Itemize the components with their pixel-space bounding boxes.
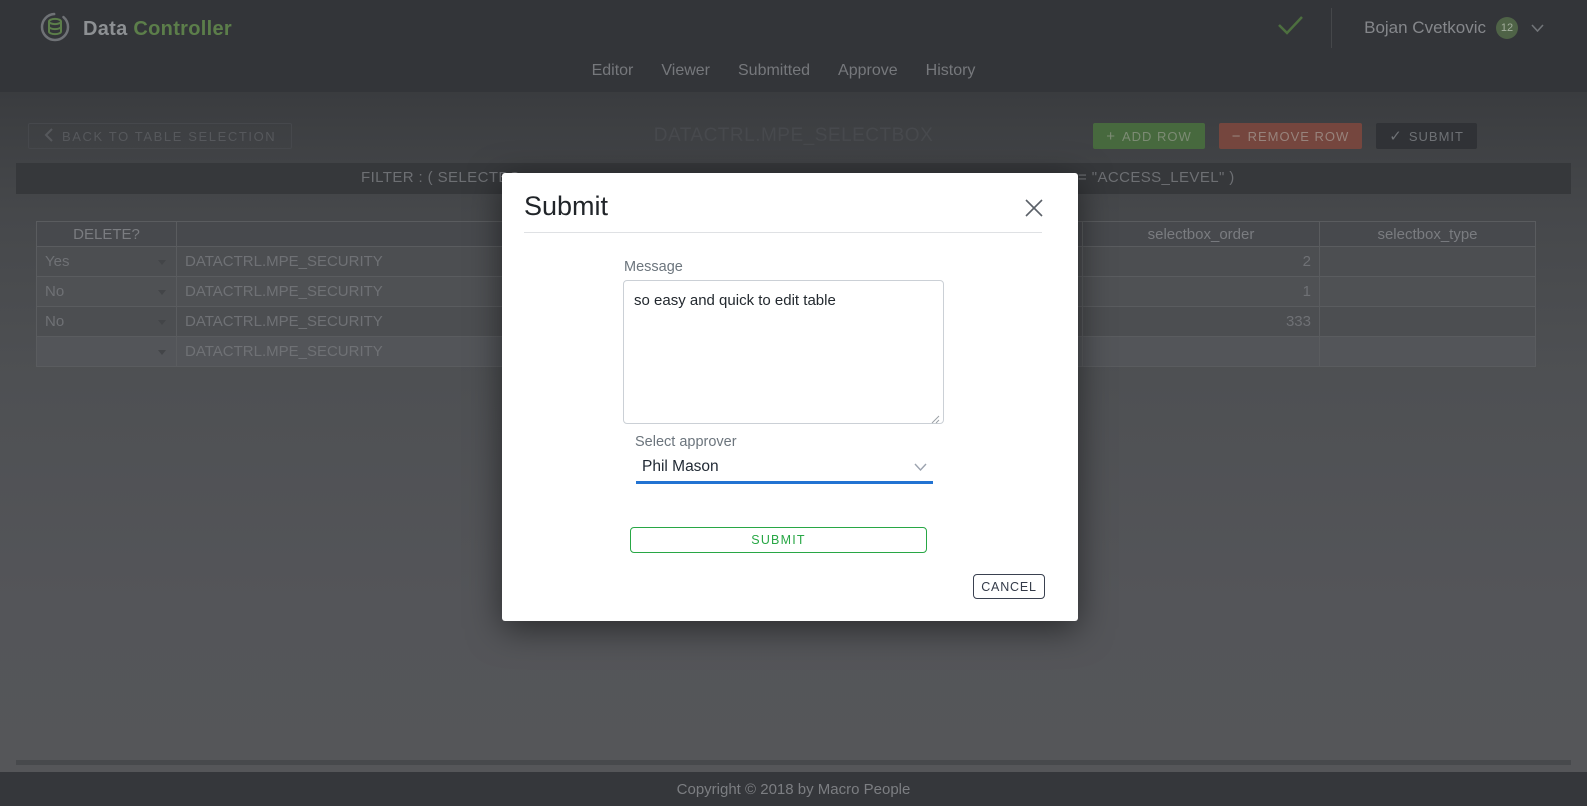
cell-delete-dropdown[interactable]: Yes (37, 247, 177, 277)
app-logo[interactable]: Data Controller (38, 10, 232, 49)
minus-icon: − (1232, 128, 1242, 145)
modal-submit-button[interactable]: SUBMIT (630, 527, 927, 553)
cell-selectbox-type[interactable] (1320, 337, 1536, 367)
dropdown-triangle-icon (158, 290, 166, 295)
column-header-selectbox-order[interactable]: selectbox_order (1083, 222, 1320, 247)
dropdown-triangle-icon (158, 260, 166, 265)
tab-editor[interactable]: Editor (592, 62, 634, 80)
approver-selected-value: Phil Mason (642, 458, 719, 476)
cell-selectbox-type[interactable] (1320, 247, 1536, 277)
content-bottom-edge (16, 760, 1571, 765)
modal-title: Submit (524, 191, 608, 222)
cell-selectbox-type[interactable] (1320, 307, 1536, 337)
chevron-down-icon (914, 463, 927, 471)
footer: Copyright © 2018 by Macro People (0, 772, 1587, 806)
close-icon (1024, 198, 1044, 221)
app-root: Data Controller Bojan Cvetkovic 12 Edito… (0, 0, 1587, 806)
user-area: Bojan Cvetkovic 12 (1277, 0, 1544, 55)
filter-text-left: FILTER : ( SELECTBO (361, 169, 521, 186)
toolbar-actions: + ADD ROW − REMOVE ROW ✓ SUBMIT (1093, 123, 1477, 149)
brand-text: Data Controller (83, 18, 232, 41)
check-icon: ✓ (1389, 127, 1403, 145)
modal-divider (524, 232, 1042, 233)
database-logo-icon (38, 10, 72, 49)
submit-button[interactable]: ✓ SUBMIT (1376, 123, 1477, 149)
modal-close-button[interactable] (1019, 194, 1049, 224)
cell-selectbox-order[interactable]: 333 (1083, 307, 1320, 337)
copyright-text: Copyright © 2018 by Macro People (677, 781, 911, 798)
modal-cancel-button[interactable]: CANCEL (973, 574, 1045, 599)
user-badge: 12 (1496, 17, 1518, 39)
cell-selectbox-order[interactable]: 1 (1083, 277, 1320, 307)
tab-submitted[interactable]: Submitted (738, 62, 810, 80)
message-textarea[interactable]: so easy and quick to edit table (623, 280, 944, 424)
user-name[interactable]: Bojan Cvetkovic (1364, 18, 1486, 38)
cell-delete-dropdown[interactable]: No (37, 277, 177, 307)
cell-selectbox-order[interactable]: 2 (1083, 247, 1320, 277)
dropdown-triangle-icon (158, 320, 166, 325)
cell-delete-dropdown[interactable]: No (37, 307, 177, 337)
approver-select[interactable]: Phil Mason (636, 454, 933, 484)
tab-history[interactable]: History (926, 62, 976, 80)
status-check-icon (1277, 15, 1304, 40)
filter-text-right: = "ACCESS_LEVEL" ) (1078, 169, 1235, 186)
tab-approve[interactable]: Approve (838, 62, 898, 80)
chevron-down-icon[interactable] (1531, 24, 1544, 32)
header-divider (1331, 8, 1332, 48)
column-header-selectbox-type[interactable]: selectbox_type (1320, 222, 1536, 247)
approver-label: Select approver (635, 434, 737, 450)
message-label: Message (624, 259, 683, 275)
main-nav: Editor Viewer Submitted Approve History (0, 62, 1577, 80)
column-header-delete[interactable]: DELETE? (37, 222, 177, 247)
dropdown-triangle-icon (158, 350, 166, 355)
plus-icon: + (1106, 128, 1116, 145)
cell-selectbox-type[interactable] (1320, 277, 1536, 307)
remove-row-button[interactable]: − REMOVE ROW (1219, 123, 1363, 149)
cell-delete-dropdown[interactable] (37, 337, 177, 367)
submit-modal: Submit Message so easy and quick to edit… (502, 173, 1078, 621)
tab-viewer[interactable]: Viewer (661, 62, 710, 80)
cell-selectbox-order[interactable] (1083, 337, 1320, 367)
add-row-button[interactable]: + ADD ROW (1093, 123, 1205, 149)
top-header: Data Controller Bojan Cvetkovic 12 Edito… (0, 0, 1587, 92)
